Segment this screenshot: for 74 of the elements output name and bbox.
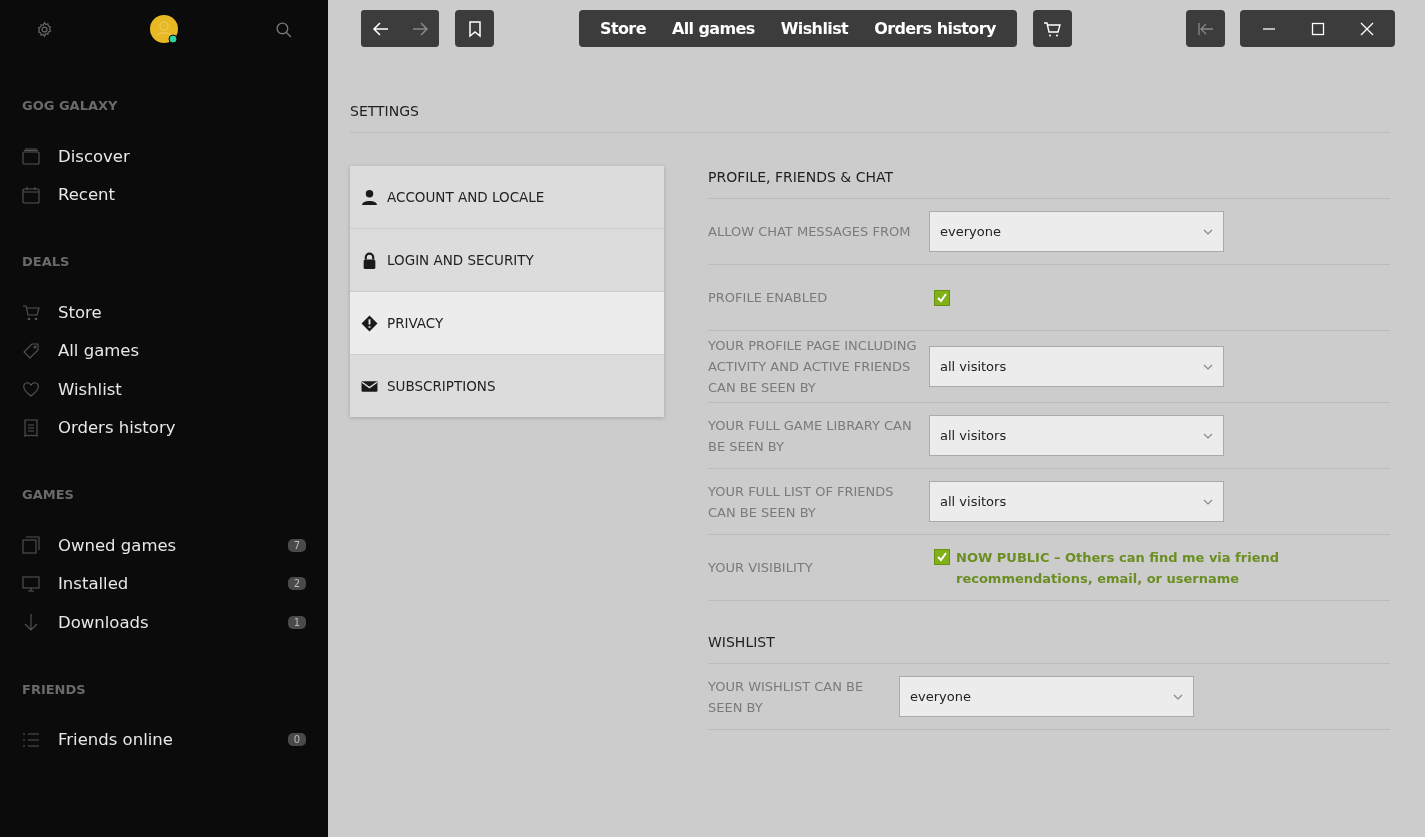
download-icon bbox=[22, 613, 40, 632]
setting-label: ALLOW CHAT MESSAGES FROM bbox=[708, 223, 912, 241]
receipt-icon bbox=[22, 418, 40, 437]
settings-menu-item[interactable]: SUBSCRIPTIONS bbox=[350, 355, 664, 417]
dropdown[interactable]: all visitors bbox=[929, 415, 1224, 456]
section-title: PROFILE, FRIENDS & CHAT bbox=[708, 166, 1390, 199]
minimize-icon bbox=[1261, 27, 1276, 30]
dropdown[interactable]: all visitors bbox=[929, 481, 1224, 522]
sidebar-item[interactable]: Owned games 7 bbox=[22, 526, 306, 565]
count-badge: 2 bbox=[287, 577, 306, 591]
chevron-down-icon bbox=[1203, 432, 1213, 439]
setting-label: YOUR PROFILE PAGE INCLUDING ACTIVITY AND ACTIVE FRIENDS CAN BE SEEN BY bbox=[708, 337, 918, 397]
arrow-left-icon bbox=[371, 19, 390, 38]
bookmark-button[interactable] bbox=[455, 10, 494, 47]
close-icon bbox=[1359, 21, 1374, 36]
settings-menu-item[interactable]: ACCOUNT AND LOCALE bbox=[350, 166, 664, 229]
nav-tab[interactable]: Wishlist bbox=[767, 10, 862, 47]
setting-label: YOUR VISIBILITY bbox=[708, 559, 814, 577]
section-heading: GAMES bbox=[22, 487, 75, 502]
tag-icon bbox=[22, 341, 40, 360]
chevron-down-icon bbox=[1203, 363, 1213, 370]
user-icon bbox=[361, 188, 378, 206]
section-heading: DEALS bbox=[22, 254, 71, 269]
nav-tab[interactable]: All games bbox=[658, 10, 768, 47]
chevron-down-icon bbox=[1173, 693, 1183, 700]
collapse-button[interactable] bbox=[1186, 10, 1225, 47]
setting-label: YOUR FULL GAME LIBRARY CAN BE SEEN BY bbox=[708, 416, 913, 456]
checkbox[interactable] bbox=[934, 289, 950, 306]
list-icon bbox=[22, 730, 40, 749]
sidebar-item[interactable]: Orders history bbox=[22, 408, 306, 447]
section-title: WISHLIST bbox=[708, 631, 1390, 664]
calendar-icon bbox=[22, 185, 40, 204]
count-badge: 7 bbox=[287, 538, 306, 552]
settings-menu-item[interactable]: PRIVACY bbox=[350, 292, 664, 355]
sidebar-item[interactable]: Downloads 1 bbox=[22, 603, 306, 642]
visibility-status: NOW PUBLIC – Others can find me via friend recommendations, email, or username bbox=[956, 548, 1280, 588]
checkbox[interactable] bbox=[934, 548, 950, 565]
alert-icon bbox=[361, 314, 378, 332]
dropdown[interactable]: everyone bbox=[899, 676, 1194, 717]
setting-label: YOUR FULL LIST OF FRIENDS CAN BE SEEN BY bbox=[708, 482, 895, 522]
discover-icon bbox=[22, 147, 40, 166]
sidebar-item[interactable]: Installed 2 bbox=[22, 564, 306, 603]
maximize-icon bbox=[1310, 21, 1325, 36]
dropdown[interactable]: everyone bbox=[929, 211, 1224, 252]
settings-icon[interactable] bbox=[36, 20, 53, 38]
chevron-down-icon bbox=[1203, 228, 1213, 235]
count-badge: 1 bbox=[287, 615, 306, 629]
setting-label: YOUR WISHLIST CAN BE SEEN BY bbox=[708, 677, 865, 717]
count-badge: 0 bbox=[287, 733, 306, 747]
arrow-right-icon bbox=[410, 19, 429, 38]
dropdown[interactable]: all visitors bbox=[929, 346, 1224, 387]
monitor-icon bbox=[22, 574, 40, 593]
sidebar-item[interactable]: Friends online 0 bbox=[22, 720, 306, 759]
sidebar-item[interactable]: Store bbox=[22, 293, 306, 332]
cart-icon bbox=[22, 303, 40, 322]
nav-tab[interactable]: Orders history bbox=[861, 10, 1009, 47]
sidebar-item[interactable]: All games bbox=[22, 331, 306, 370]
sidebar-item[interactable]: Discover bbox=[22, 137, 306, 176]
cart-icon bbox=[1043, 19, 1062, 38]
page-title: SETTINGS bbox=[350, 57, 1390, 133]
settings-menu-item[interactable]: LOGIN AND SECURITY bbox=[350, 229, 664, 292]
chevron-down-icon bbox=[1203, 498, 1213, 505]
lock-icon bbox=[361, 251, 378, 269]
search-icon[interactable] bbox=[275, 20, 292, 38]
nav-tab[interactable]: Store bbox=[587, 10, 659, 47]
sidebar-item[interactable]: Wishlist bbox=[22, 370, 306, 409]
section-heading: GOG GALAXY bbox=[22, 98, 119, 113]
cart-button[interactable] bbox=[1032, 10, 1072, 47]
heart-icon bbox=[22, 380, 40, 399]
sidebar-item[interactable]: Recent bbox=[22, 175, 306, 214]
avatar[interactable] bbox=[150, 15, 178, 43]
section-heading: FRIENDS bbox=[22, 681, 87, 697]
stack-icon bbox=[22, 536, 40, 555]
setting-label: PROFILE ENABLED bbox=[708, 289, 829, 307]
